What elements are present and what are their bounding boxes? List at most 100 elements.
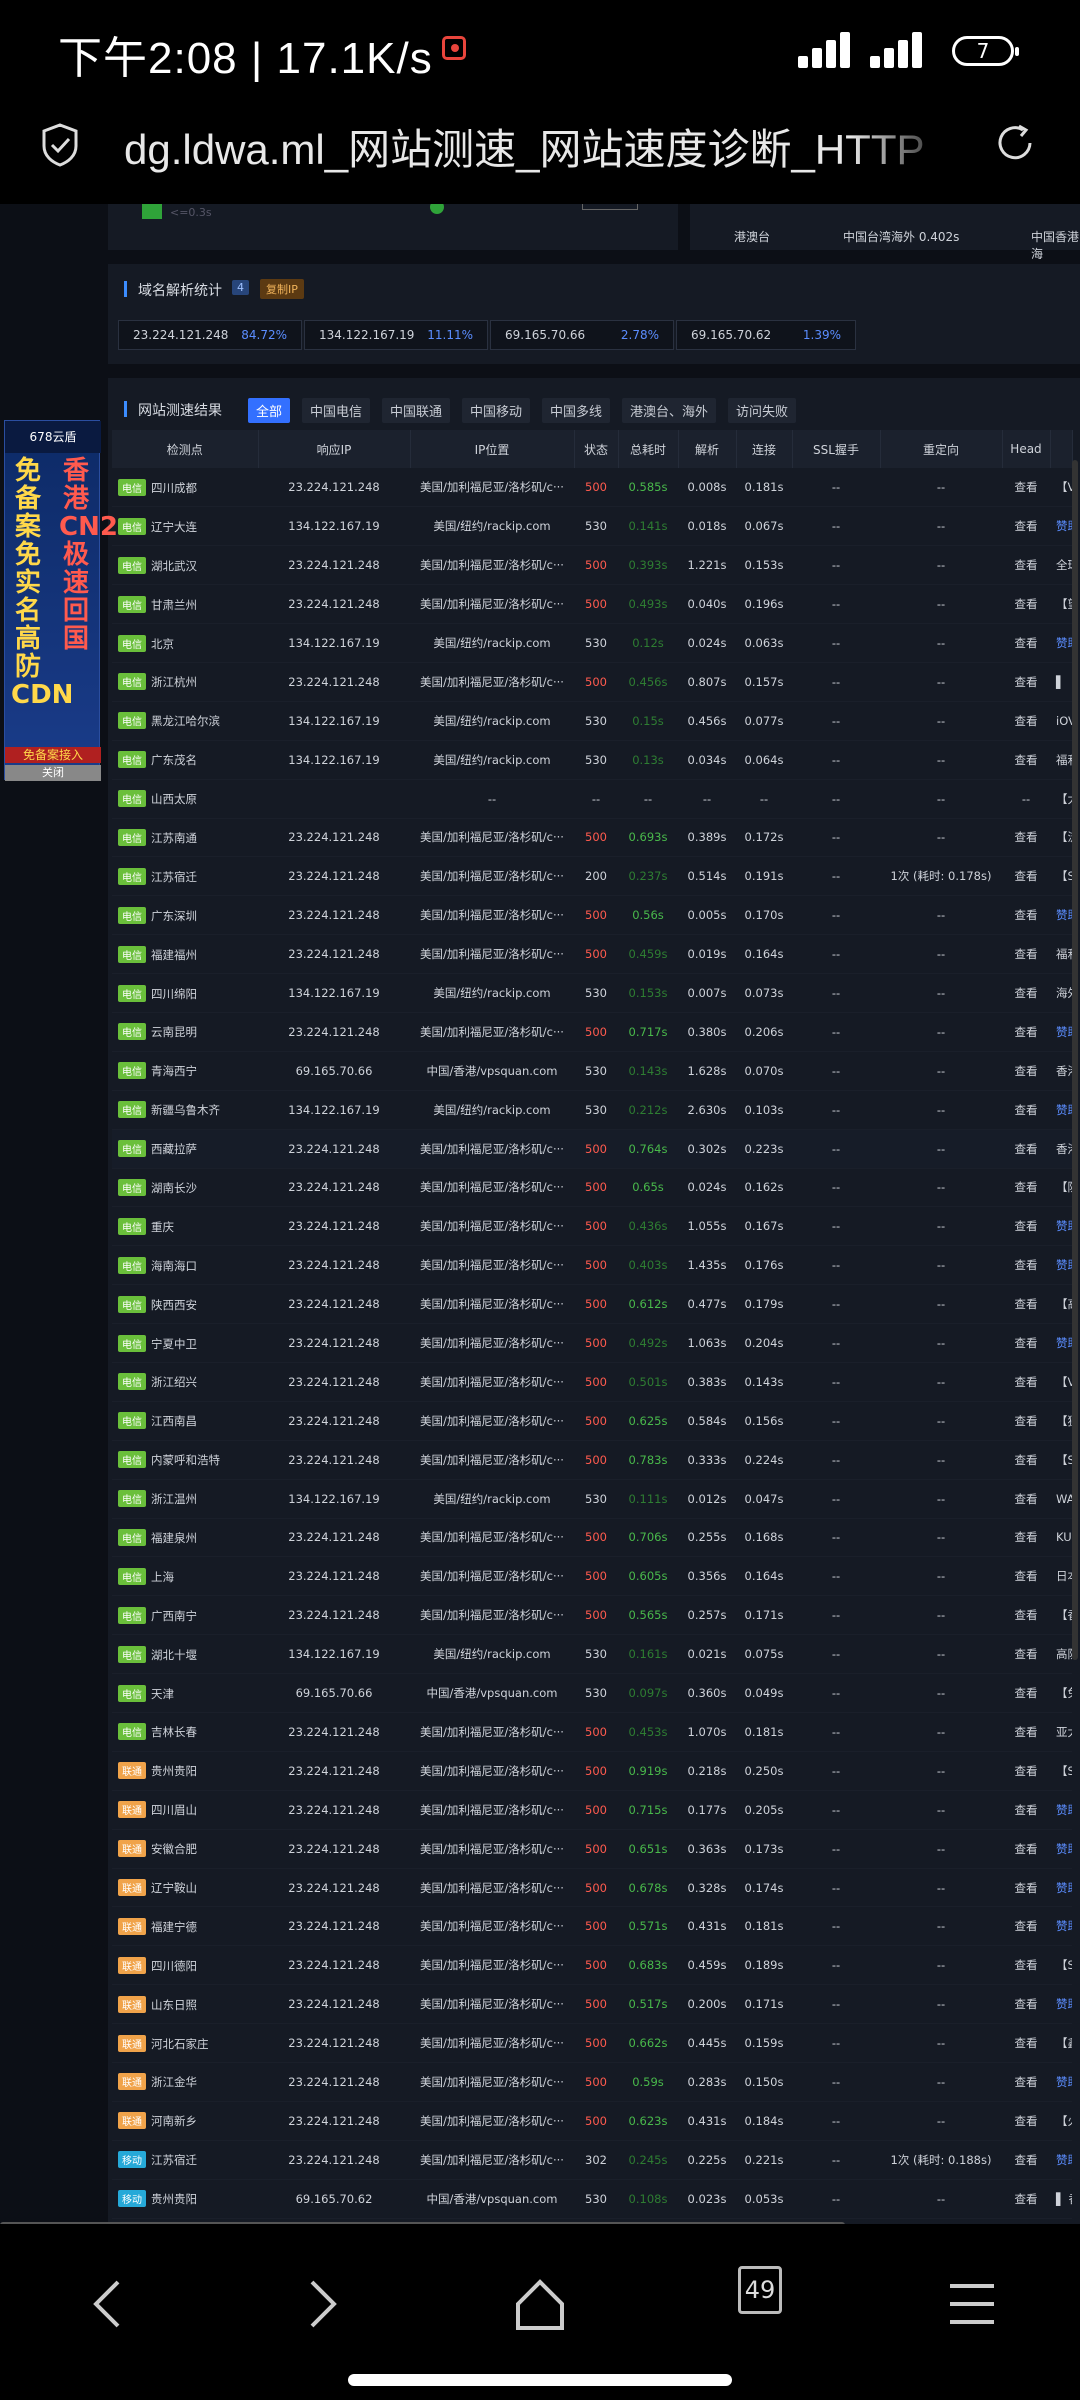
back-icon[interactable]: [68, 2264, 148, 2344]
view-head-link[interactable]: 查看: [1002, 1906, 1050, 1947]
view-head-link[interactable]: 查看: [1002, 1829, 1050, 1869]
status-cell: 530: [574, 740, 618, 780]
status-cell: 500: [574, 1440, 618, 1480]
view-head-link[interactable]: 查看: [1002, 1051, 1050, 1091]
total-time-cell: 0.585s: [618, 468, 678, 508]
view-head-link[interactable]: 查看: [1002, 1868, 1050, 1908]
isp-badge: 电信: [118, 673, 146, 691]
view-head-link[interactable]: 查看: [1002, 1712, 1050, 1752]
redirect-cell: --: [880, 1829, 1002, 1869]
view-head-link[interactable]: 查看: [1002, 623, 1050, 663]
extra-cell: 【高: [1050, 1284, 1072, 1325]
view-head-link[interactable]: 查看: [1002, 545, 1050, 586]
view-head-link[interactable]: 查看: [1002, 934, 1050, 975]
table-row: 电信 西藏拉萨 23.224.121.248 美国/加利福尼亚/洛杉矶/c··· 500…: [112, 1129, 1072, 1169]
shield-check-icon[interactable]: [40, 122, 80, 168]
view-head-link[interactable]: 查看: [1002, 1284, 1050, 1325]
view-head-link[interactable]: 查看: [1002, 1012, 1050, 1052]
sidebar-ad[interactable]: 678云盾 免备案免实名高防CDN 香港CN2极速回国 免备案接入 关闭: [4, 420, 118, 781]
table-row: 联通 安徽合肥 23.224.121.248 美国/加利福尼亚/洛杉矶/c··· 500…: [112, 1829, 1072, 1869]
tab-multiline[interactable]: 中国多线: [542, 398, 611, 423]
view-head-link[interactable]: 查看: [1002, 1673, 1050, 1713]
view-head-link[interactable]: 查看: [1002, 1479, 1050, 1519]
tab-failed[interactable]: 访问失败: [728, 398, 797, 423]
tab-unicom[interactable]: 中国联通: [382, 398, 451, 423]
ad-close-button[interactable]: 关闭: [5, 765, 101, 781]
connect-time-cell: 0.047s: [736, 1479, 792, 1519]
refresh-icon[interactable]: [992, 120, 1038, 166]
ip-cell: 23.224.121.248: [258, 2023, 410, 2064]
home-icon[interactable]: [500, 2264, 580, 2344]
total-time-cell: 0.245s: [618, 2140, 678, 2180]
view-head-link[interactable]: 查看: [1002, 1518, 1050, 1558]
page-title[interactable]: dg.ldwa.ml_网站测速_网站速度诊断_HTTP: [124, 116, 954, 177]
view-head-link[interactable]: 查看: [1002, 1090, 1050, 1130]
view-head-link[interactable]: 查看: [1002, 856, 1050, 897]
view-head-link[interactable]: 查看: [1002, 506, 1050, 547]
node-name: 贵州贵阳: [151, 2192, 197, 2207]
view-head-link[interactable]: 查看: [1002, 1984, 1050, 2025]
view-head-link[interactable]: 查看: [1002, 2140, 1050, 2180]
copy-ip-button[interactable]: 复制IP: [260, 279, 304, 299]
home-indicator[interactable]: [348, 2374, 732, 2386]
connect-time-cell: 0.224s: [736, 1440, 792, 1480]
view-head-link[interactable]: 查看: [1002, 1401, 1050, 1441]
view-head-link[interactable]: 查看: [1002, 1595, 1050, 1636]
view-head-link[interactable]: 查看: [1002, 1323, 1050, 1363]
view-head-link[interactable]: 查看: [1002, 895, 1050, 936]
view-head-link[interactable]: 查看: [1002, 1556, 1050, 1597]
view-head-link[interactable]: 查看: [1002, 2062, 1050, 2102]
node-name: 广西南宁: [151, 1608, 197, 1623]
view-head-link[interactable]: 查看: [1002, 468, 1050, 508]
tab-mobile[interactable]: 中国移动: [462, 398, 531, 423]
ip-cell: 23.224.121.248: [258, 1829, 410, 1869]
extra-cell: 赞助: [1050, 1868, 1072, 1908]
view-head-link[interactable]: 查看: [1002, 818, 1050, 858]
view-head-link[interactable]: 查看: [1002, 740, 1050, 780]
view-head-link[interactable]: 查看: [1002, 1206, 1050, 1247]
ad-footer: 免备案接入: [5, 747, 101, 763]
ssl-cell: --: [792, 1556, 880, 1597]
view-head-link[interactable]: 查看: [1002, 2023, 1050, 2064]
view-head-link[interactable]: 查看: [1002, 1362, 1050, 1402]
view-head-link[interactable]: 查看: [1002, 662, 1050, 702]
tab-overseas[interactable]: 港澳台、海外: [622, 398, 717, 423]
ad-text-right: 香港CN2极速回国: [59, 456, 118, 654]
view-head-link[interactable]: 查看: [1002, 1129, 1050, 1169]
view-head-link[interactable]: --: [1002, 779, 1050, 819]
table-row: 联通 贵州贵阳 23.224.121.248 美国/加利福尼亚/洛杉矶/c··· 500…: [112, 1751, 1072, 1791]
status-cell: 500: [574, 2101, 618, 2141]
ssl-cell: --: [792, 1906, 880, 1947]
view-head-link[interactable]: 查看: [1002, 1751, 1050, 1791]
view-head-link[interactable]: 查看: [1002, 1440, 1050, 1480]
menu-icon[interactable]: [932, 2264, 1012, 2344]
tab-switcher-button[interactable]: 49: [738, 2266, 782, 2314]
view-head-link[interactable]: 查看: [1002, 2101, 1050, 2141]
location-cell: 美国/加利福尼亚/洛杉矶/c···: [410, 1712, 574, 1752]
location-cell: 美国/加利福尼亚/洛杉矶/c···: [410, 1012, 574, 1052]
view-head-link[interactable]: 查看: [1002, 1945, 1050, 1986]
location-cell: 美国/加利福尼亚/洛杉矶/c···: [410, 818, 574, 858]
node-cell: 电信 宁夏中卫: [112, 1323, 258, 1363]
url-bar[interactable]: dg.ldwa.ml_网站测速_网站速度诊断_HTTP: [0, 100, 1080, 204]
view-head-link[interactable]: 查看: [1002, 1790, 1050, 1830]
location-cell: 美国/加利福尼亚/洛杉矶/c···: [410, 2140, 574, 2180]
view-head-link[interactable]: 查看: [1002, 1245, 1050, 1286]
forward-icon[interactable]: [282, 2264, 362, 2344]
redirect-cell: --: [880, 2023, 1002, 2064]
vertical-scrollbar[interactable]: [1072, 460, 1078, 1660]
view-head-link[interactable]: 查看: [1002, 973, 1050, 1013]
map-dot: [430, 204, 444, 214]
dns-time-cell: 0.456s: [678, 701, 736, 741]
table-row: 联通 山东日照 23.224.121.248 美国/加利福尼亚/洛杉矶/c··· 500…: [112, 1984, 1072, 2025]
view-head-link[interactable]: 查看: [1002, 1168, 1050, 1208]
tab-telecom[interactable]: 中国电信: [302, 398, 371, 423]
view-head-link[interactable]: 查看: [1002, 584, 1050, 625]
redirect-cell: 1次 (耗时: 0.188s): [880, 2140, 1002, 2180]
location-cell: 美国/加利福尼亚/洛杉矶/c···: [410, 1945, 574, 1986]
view-head-link[interactable]: 查看: [1002, 1634, 1050, 1675]
tab-all[interactable]: 全部: [248, 398, 291, 423]
view-head-link[interactable]: 查看: [1002, 701, 1050, 741]
ssl-cell: --: [792, 2062, 880, 2102]
view-head-link[interactable]: 查看: [1002, 2179, 1050, 2219]
